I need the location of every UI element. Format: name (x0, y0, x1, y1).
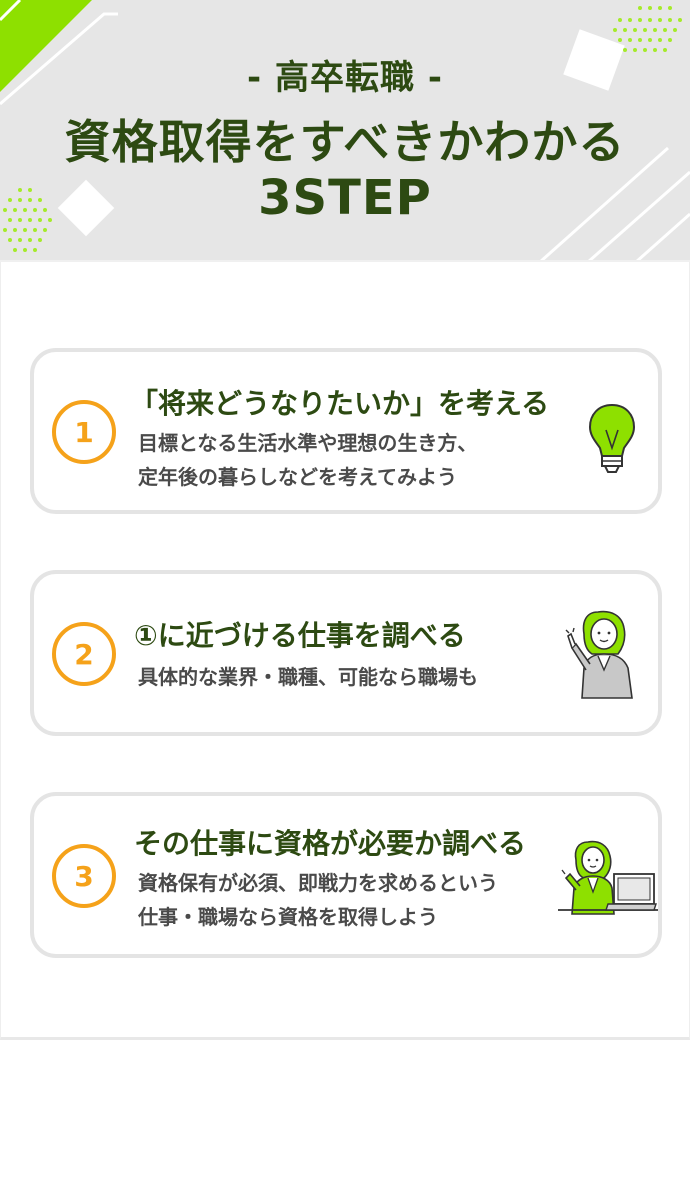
step-description-line: 具体的な業界・職種、可能なら職場も (138, 665, 478, 689)
page-title-line-1: 資格取得をすべきかわかる (64, 115, 626, 169)
step-description-line: 資格保有が必須、即戦力を求めるという (138, 871, 498, 895)
step-description: 目標となる生活水準や理想の生き方、 定年後の暮らしなどを考えてみよう (138, 426, 477, 494)
step-description-line: 定年後の暮らしなどを考えてみよう (138, 465, 457, 489)
step-card-2: 2 ①に近づける仕事を調べる 具体的な業界・職種、可能なら職場も (30, 570, 662, 736)
step-heading: ①に近づける仕事を調べる (134, 619, 466, 652)
person-pointing-icon (565, 610, 633, 699)
step-card-3: 3 その仕事に資格が必要か調べる 資格保有が必須、即戦力を求めるという 仕事・職… (30, 792, 662, 958)
person-laptop-icon (558, 840, 658, 915)
step-number-badge: 1 (52, 400, 116, 464)
step-description-line: 目標となる生活水準や理想の生き方、 (138, 431, 478, 455)
step-number-badge: 3 (52, 844, 116, 908)
step-description-line: 仕事・職場なら資格を取得しよう (138, 905, 438, 929)
step-description: 資格保有が必須、即戦力を求めるという 仕事・職場なら資格を取得しよう (138, 866, 498, 934)
page-title-line-2: 3STEP (258, 170, 432, 226)
step-heading: その仕事に資格が必要か調べる (134, 827, 527, 860)
step-heading: 「将来どうなりたいか」を考える (130, 387, 550, 420)
lightbulb-icon (588, 403, 636, 473)
step-description: 具体的な業界・職種、可能なら職場も (138, 660, 478, 694)
header-subtitle: - 高卒転職 - (247, 58, 443, 98)
step-card-1: 1 「将来どうなりたいか」を考える 目標となる生活水準や理想の生き方、 定年後の… (30, 348, 662, 514)
header-banner: - 高卒転職 - 資格取得をすべきかわかる 3STEP (0, 0, 690, 262)
step-number-badge: 2 (52, 622, 116, 686)
